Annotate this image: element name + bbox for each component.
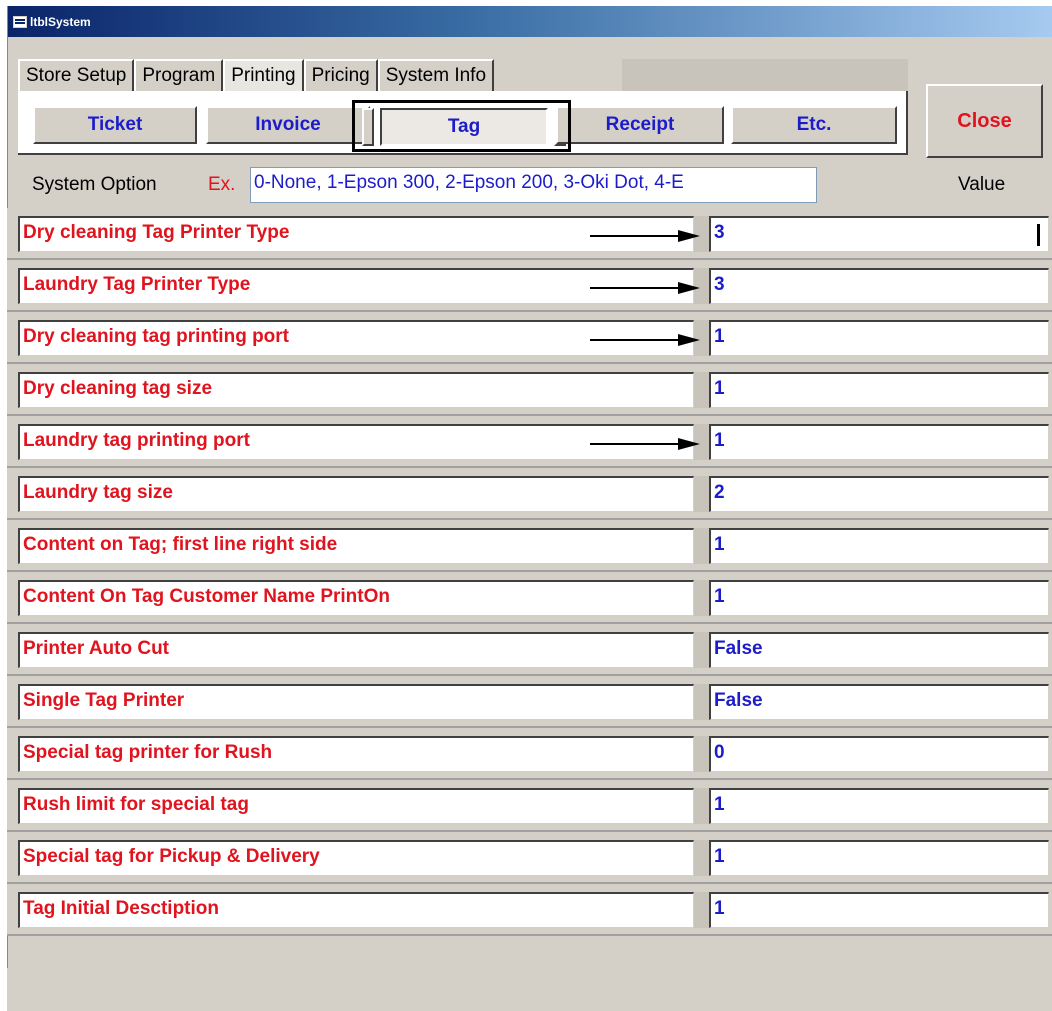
option-value-field[interactable]: 1 <box>709 580 1049 616</box>
subtab-ticket[interactable]: Ticket <box>33 106 197 144</box>
arrow-right-icon <box>590 334 700 346</box>
subtab-etc[interactable]: Etc. <box>731 106 897 144</box>
tab-pricing[interactable]: Pricing <box>303 59 378 91</box>
row-separator <box>694 684 709 720</box>
option-row: Single Tag Printer False <box>7 676 1052 728</box>
option-value-field[interactable]: 1 <box>709 372 1049 408</box>
option-rows: Dry cleaning Tag Printer Type 3 Laundry Ta… <box>7 208 1052 936</box>
option-value-field[interactable]: 0 <box>709 736 1049 772</box>
row-separator <box>694 840 709 876</box>
row-separator <box>694 892 709 928</box>
option-value-field[interactable]: False <box>709 684 1049 720</box>
tab-strip-fill <box>622 59 908 91</box>
option-value-field[interactable]: 1 <box>709 424 1049 460</box>
arrow-right-icon <box>590 282 700 294</box>
tab-store-setup[interactable]: Store Setup <box>18 59 135 91</box>
option-row: Special tag printer for Rush 0 <box>7 728 1052 780</box>
option-row: Content on Tag; first line right side 1 <box>7 520 1052 572</box>
arrow-right-icon <box>590 230 700 242</box>
option-name-field[interactable]: Laundry tag size <box>18 476 694 512</box>
option-value-field[interactable]: False <box>709 632 1049 668</box>
row-separator <box>694 528 709 564</box>
form-icon <box>13 15 27 28</box>
row-separator <box>694 580 709 616</box>
option-value-field[interactable]: 2 <box>709 476 1049 512</box>
option-value-field[interactable]: 1 <box>709 528 1049 564</box>
tab-system-info[interactable]: System Info <box>377 59 495 91</box>
arrow-right-icon <box>590 438 700 450</box>
tab-printing[interactable]: Printing <box>223 59 304 91</box>
option-row: Content On Tag Customer Name PrintOn 1 <box>7 572 1052 624</box>
subtab-tag[interactable]: Tag <box>380 108 548 146</box>
tab-program[interactable]: Program <box>134 59 224 91</box>
system-option-label: System Option <box>32 174 157 195</box>
option-row: Laundry tag printing port 1 <box>7 416 1052 468</box>
system-option-example-field[interactable]: 0-None, 1-Epson 300, 2-Epson 200, 3-Oki … <box>250 167 817 203</box>
option-value-field[interactable]: 1 <box>709 892 1049 928</box>
row-separator <box>694 736 709 772</box>
option-name-field[interactable]: Content on Tag; first line right side <box>18 528 694 564</box>
subtab-receipt[interactable]: Receipt <box>556 106 724 144</box>
main-tabs: Store Setup Program Printing Pricing Sys… <box>18 59 495 91</box>
option-row: Rush limit for special tag 1 <box>7 780 1052 832</box>
option-value-field[interactable]: 1 <box>709 788 1049 824</box>
row-separator <box>694 372 709 408</box>
system-option-ex-label: Ex. <box>208 174 236 195</box>
option-name-field[interactable]: Content On Tag Customer Name PrintOn <box>18 580 694 616</box>
subtab-invoice[interactable]: Invoice <box>206 106 370 144</box>
title-bar: ltblSystem <box>8 6 1052 37</box>
status-strip <box>7 968 1052 1011</box>
text-cursor-mark <box>1037 224 1040 246</box>
row-separator <box>694 476 709 512</box>
option-row: Dry cleaning Tag Printer Type 3 <box>7 208 1052 260</box>
row-separator <box>694 788 709 824</box>
option-value-field[interactable]: 3 <box>709 268 1049 304</box>
option-name-field[interactable]: Printer Auto Cut <box>18 632 694 668</box>
option-name-field[interactable]: Special tag for Pickup & Delivery <box>18 840 694 876</box>
option-name-field[interactable]: Dry cleaning tag size <box>18 372 694 408</box>
option-row: Printer Auto Cut False <box>7 624 1052 676</box>
window-title: ltblSystem <box>30 14 91 29</box>
subtab-notch-left <box>362 108 374 146</box>
option-value-field[interactable]: 1 <box>709 840 1049 876</box>
option-name-field[interactable]: Single Tag Printer <box>18 684 694 720</box>
option-row: Tag Initial Desctiption 1 <box>7 884 1052 936</box>
value-column-header: Value <box>958 174 1006 195</box>
option-row: Dry cleaning tag printing port 1 <box>7 312 1052 364</box>
row-separator <box>694 632 709 668</box>
option-row: Special tag for Pickup & Delivery 1 <box>7 832 1052 884</box>
option-value-field[interactable]: 3 <box>709 216 1049 252</box>
close-button[interactable]: Close <box>926 84 1043 158</box>
option-row: Dry cleaning tag size 1 <box>7 364 1052 416</box>
option-name-field[interactable]: Tag Initial Desctiption <box>18 892 694 928</box>
option-name-field[interactable]: Special tag printer for Rush <box>18 736 694 772</box>
option-row: Laundry Tag Printer Type 3 <box>7 260 1052 312</box>
option-name-field[interactable]: Rush limit for special tag <box>18 788 694 824</box>
option-row: Laundry tag size 2 <box>7 468 1052 520</box>
option-value-field[interactable]: 1 <box>709 320 1049 356</box>
